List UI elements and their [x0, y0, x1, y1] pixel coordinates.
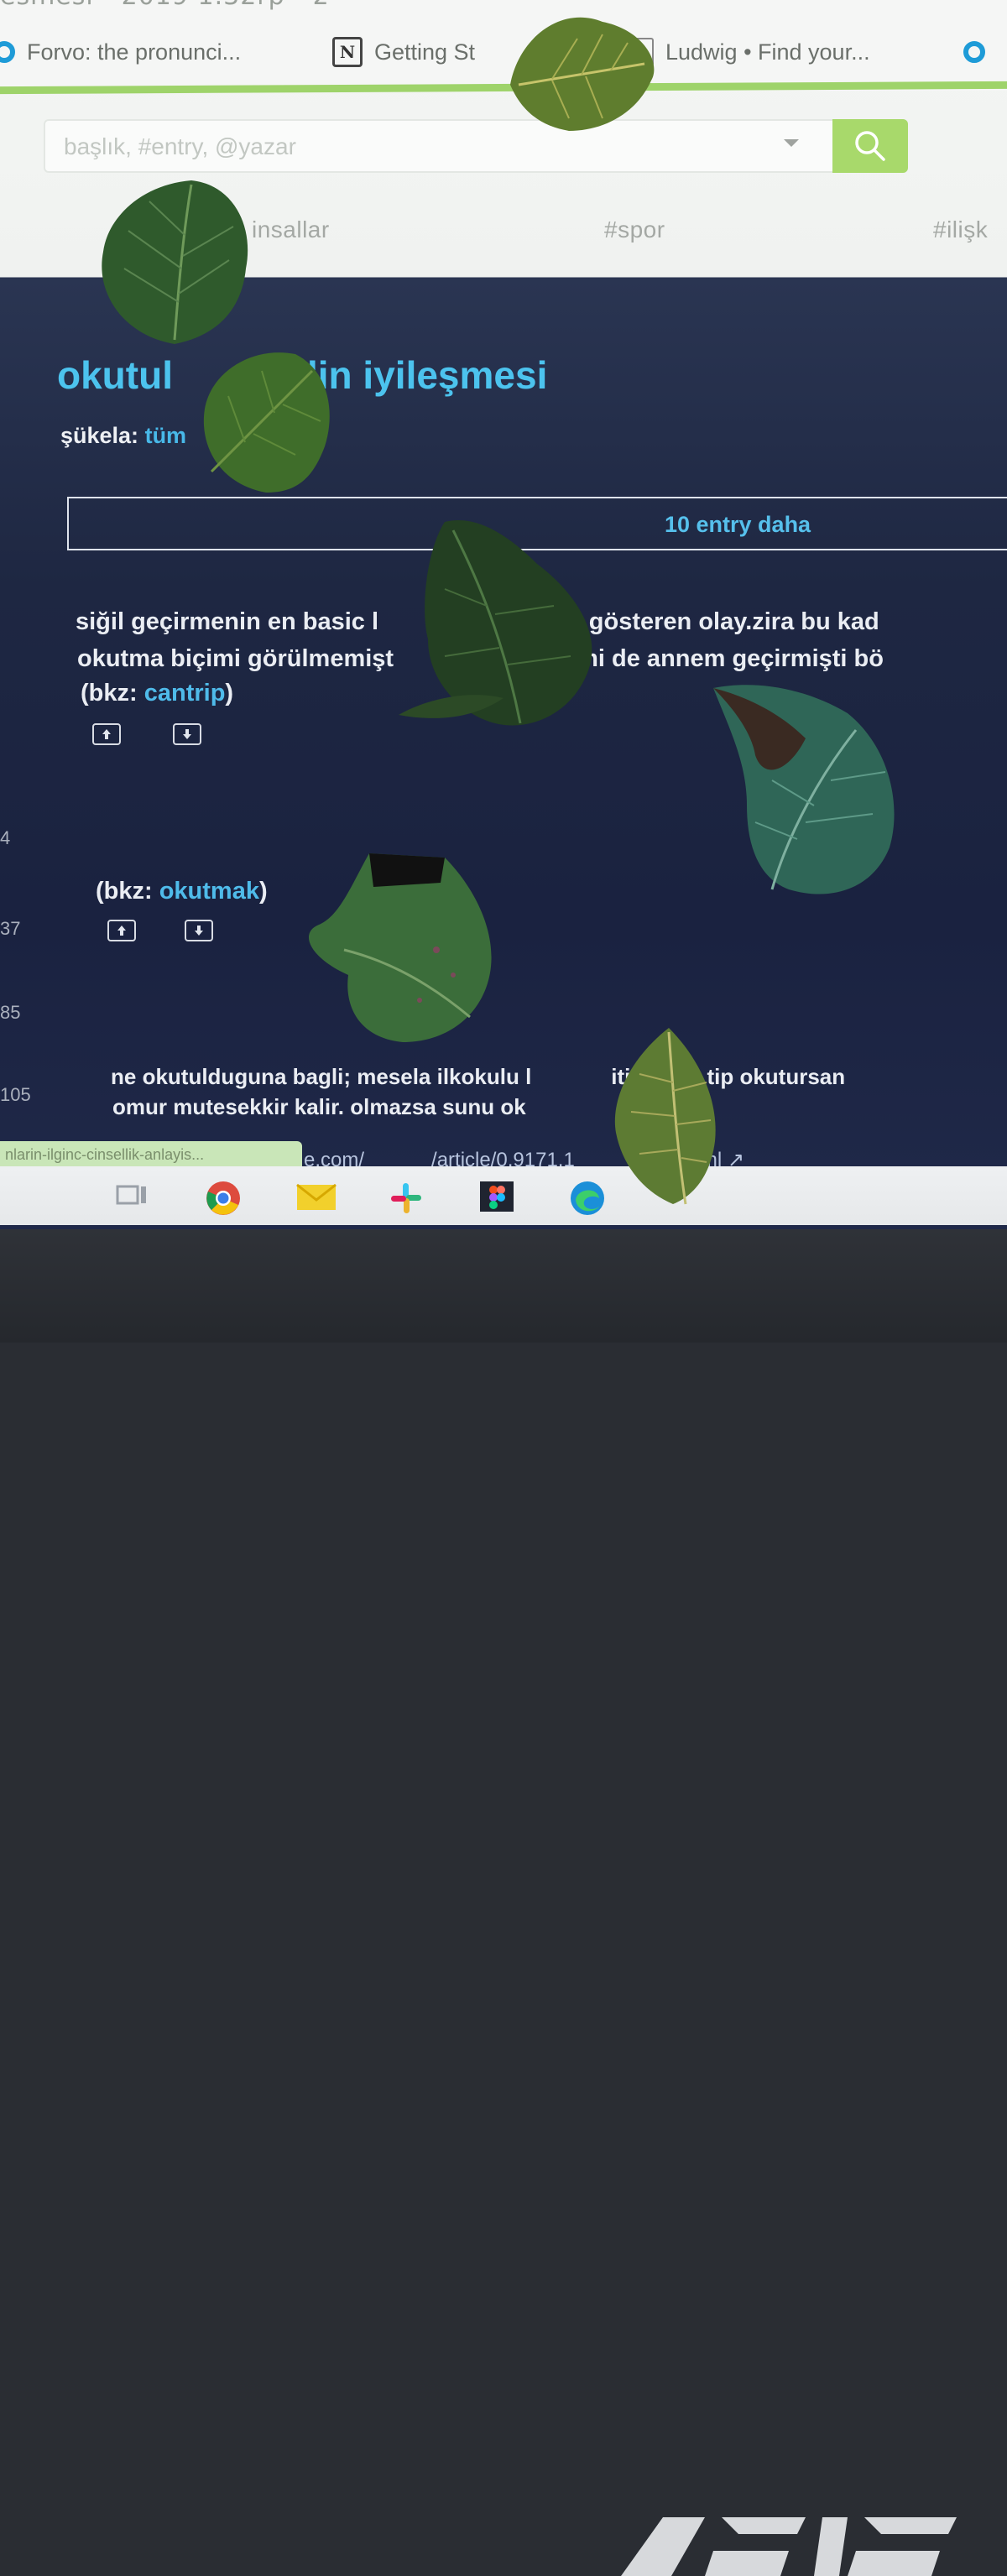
sukela-all-link[interactable]: tüm	[145, 423, 187, 448]
leaf-image	[713, 685, 895, 894]
entry-text: omur mutesekkir kalir. olmazsa sunu ok	[112, 1089, 526, 1124]
figma-icon[interactable]	[478, 1180, 515, 1213]
bookmark-forvo[interactable]: Forvo: the pronunci...	[0, 35, 241, 69]
bookmark-label: Getting St	[374, 39, 476, 65]
notion-icon: N	[332, 37, 363, 67]
entry-line: omur mutesekkir kalir. olmazsa sunu ok	[112, 1094, 526, 1119]
arrow-down-icon	[183, 729, 191, 739]
chrome-icon[interactable]	[205, 1180, 242, 1215]
laptop-bezel	[0, 1229, 1007, 2576]
forvo-icon	[963, 41, 985, 63]
leaf-image	[510, 17, 655, 131]
upvote-button[interactable]	[107, 920, 136, 941]
leaf-image	[399, 520, 592, 726]
upvote-button[interactable]	[92, 723, 121, 745]
slack-icon[interactable]	[388, 1180, 425, 1213]
entry-line: siğil geçirmenin en basic l	[76, 608, 379, 635]
search-input[interactable]	[62, 128, 770, 166]
arrow-up-icon	[102, 729, 111, 739]
line-number: 105	[0, 1084, 31, 1105]
bkz-reference: (bkz: cantrip)	[81, 680, 233, 707]
topic-title-start: okutul	[57, 353, 173, 397]
bookmark-label: Ludwig • Find your...	[665, 39, 870, 65]
bkz-prefix: (bkz:	[96, 878, 159, 905]
entry-line: imi de annem geçirmişti bö	[570, 645, 884, 672]
edge-icon[interactable]	[569, 1180, 606, 1215]
leaf-image	[102, 180, 248, 344]
leaf-image	[614, 1028, 716, 1205]
line-number: 37	[0, 918, 21, 939]
tab-title[interactable]: esmesi - 2019 1.32rp - 2	[0, 0, 330, 11]
line-number: 4	[0, 827, 11, 848]
channel-insallar[interactable]: insallar	[252, 216, 330, 243]
more-entries-label: 10 entry daha	[665, 512, 811, 537]
entry-line: ne okutulduguna bagli; mesela ilkokulu l	[111, 1064, 532, 1089]
arrow-up-icon	[117, 926, 126, 936]
bookmark-ludwig[interactable]: Ludwig • Find your...	[625, 35, 870, 69]
leaf-image	[203, 352, 330, 493]
chevron-down-icon[interactable]	[784, 139, 799, 147]
search-icon	[855, 131, 885, 161]
laptop-screen: esmesi - 2019 1.32rp - 2 Forvo: the pron…	[0, 0, 1007, 1229]
taskbar	[0, 1166, 1007, 1225]
sukela-filter: şükela: tüm	[60, 423, 186, 449]
bkz-prefix: (bkz:	[81, 680, 144, 707]
arrow-down-icon	[195, 926, 203, 936]
bkz-suffix: )	[258, 878, 268, 905]
forvo-icon	[0, 41, 15, 63]
bookmark-more[interactable]	[963, 35, 985, 69]
entry-line: okutma biçimi görülmemişt	[77, 645, 394, 672]
bkz-suffix: )	[225, 680, 234, 707]
search-button[interactable]	[832, 119, 908, 173]
bkz-link-cantrip[interactable]: cantrip	[144, 680, 226, 707]
bkz-reference: (bkz: okutmak)	[96, 878, 268, 905]
bkz-link-okutmak[interactable]: okutmak	[159, 878, 259, 905]
status-url-tooltip: nlarin-ilginc-cinsellik-anlayis...	[0, 1141, 302, 1168]
asus-logo	[621, 2517, 957, 2576]
topic-title-end: lin iyileşmesi	[306, 353, 548, 397]
task-view-icon[interactable]	[114, 1180, 151, 1213]
mail-icon[interactable]	[295, 1180, 337, 1213]
channel-iliskiler[interactable]: #ilişk	[933, 216, 988, 243]
downvote-button[interactable]	[185, 920, 213, 941]
entry-line: u gösteren olay.zira bu kad	[567, 608, 879, 635]
channel-spor[interactable]: #spor	[604, 216, 665, 243]
bookmark-notion[interactable]: N Getting St	[332, 35, 475, 69]
downvote-button[interactable]	[173, 723, 201, 745]
bookmark-label: Forvo: the pronunci...	[27, 39, 242, 65]
line-number: 85	[0, 1002, 21, 1023]
leaf-image	[308, 853, 492, 1042]
sukela-label: şükela:	[60, 423, 139, 448]
search-box	[44, 119, 908, 173]
